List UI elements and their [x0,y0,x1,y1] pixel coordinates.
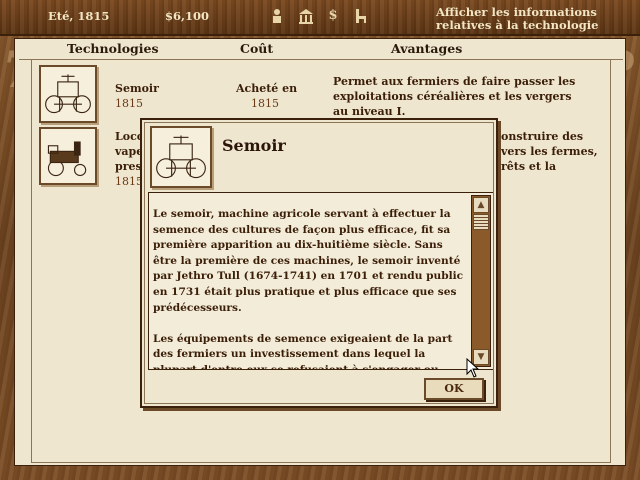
dialog-paragraph-1: Le semoir, machine agricole servant à ef… [153,208,464,314]
advantage-partial-3: rêts et la [501,160,557,173]
status-bar: Eté, 1815 $6,100 $ Afficher les informat… [0,0,640,36]
dialog-seed-drill-thumbnail [150,126,212,188]
seed-drill-icon [156,135,206,179]
dialog-title: Semoir [222,136,286,155]
mouse-cursor-icon [466,358,480,378]
advantage-partial-1: onstruire des [501,130,584,143]
scroll-thumb[interactable] [473,214,489,230]
technology-info-dialog: Semoir Le semoir, machine agricole serva… [140,118,498,408]
tech-year: 1815 [115,97,143,110]
column-header-advantages: Avantages [391,41,463,56]
advisor-icons: $ [270,8,368,24]
person-icon[interactable] [270,8,284,24]
column-header-cost: Coût [240,41,274,56]
dialog-paragraph-2: Les équipements de semence exigeaient de… [153,332,453,370]
advantage-partial-2: vers les fermes, [501,145,598,158]
tech-name-semoir[interactable]: Semoir [115,81,159,96]
dialog-scrollbar[interactable]: ▲ ▼ [471,195,491,367]
seed-drill-thumbnail[interactable] [39,65,97,123]
ok-button[interactable]: OK [424,378,484,400]
chair-icon[interactable] [354,8,368,24]
tech-line-partial-2: pres [115,160,142,173]
dialog-description: Le semoir, machine agricole servant à ef… [153,207,469,370]
building-icon[interactable] [298,8,313,24]
tech-advantage: Permet aux fermiers de faire passer les … [333,75,576,118]
help-text: Afficher les informations relatives à la… [436,5,599,32]
dialog-text-area[interactable]: Le semoir, machine agricole servant à ef… [148,192,494,370]
dollar-icon[interactable]: $ [326,8,340,24]
tech-line-partial-1: vape [115,145,144,158]
money-display: $6,100 [165,9,210,23]
cost-label: Acheté en [236,82,298,95]
scroll-up-arrow-icon[interactable]: ▲ [473,197,489,213]
date-display: Eté, 1815 [48,9,110,23]
tech-year-partial: 1815 [115,175,143,188]
column-header-technologies: Technologies [67,41,159,56]
cost-year: 1815 [251,97,279,110]
locomotive-thumbnail[interactable] [39,127,97,185]
locomotive-icon [47,141,87,177]
seed-drill-icon [45,74,91,114]
